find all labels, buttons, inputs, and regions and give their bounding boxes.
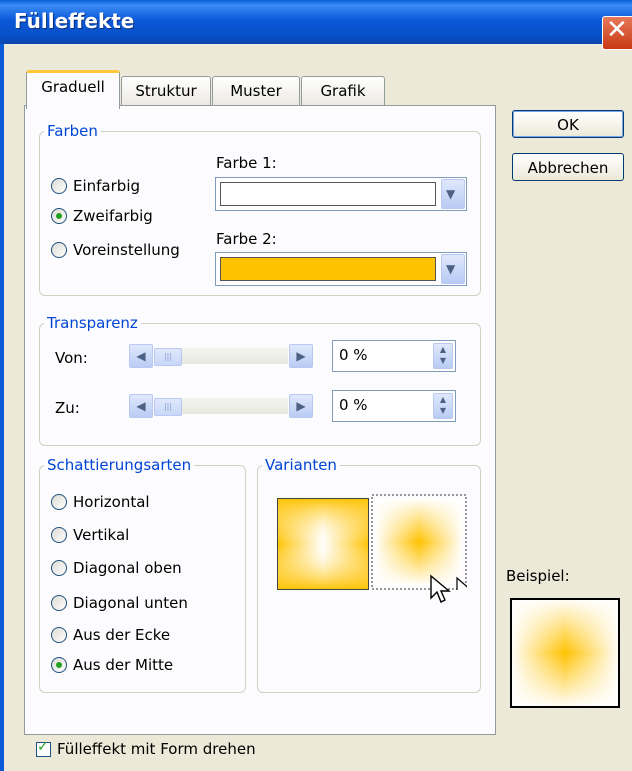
- radio-button-icon: [51, 627, 67, 643]
- close-button[interactable]: ✕: [602, 15, 632, 50]
- radio-einfarbig[interactable]: Einfarbig: [51, 177, 140, 195]
- variant-1[interactable]: [277, 498, 369, 590]
- checkbox-checked-icon: ✓: [36, 739, 51, 757]
- mouse-cursor-icon: [429, 574, 455, 610]
- dropdown-arrow-icon[interactable]: ▼: [441, 254, 465, 284]
- slider-thumb[interactable]: |||: [154, 398, 182, 416]
- tab-panel: Farben Einfarbig Zweifarbig Voreinstellu…: [24, 105, 496, 735]
- tab-grafik[interactable]: Grafik: [301, 76, 385, 105]
- transparenz-group: Transparenz: [39, 314, 481, 446]
- radio-button-selected-icon: [51, 657, 67, 673]
- radio-label: Horizontal: [73, 493, 150, 511]
- farbe2-swatch: [220, 257, 436, 281]
- spinner-arrows-icon[interactable]: ▲ ▼: [433, 393, 453, 419]
- radio-label: Diagonal unten: [73, 594, 188, 612]
- checkbox-label: Fülleffekt mit Form drehen: [57, 740, 256, 758]
- farbe2-select[interactable]: ▼: [215, 252, 467, 286]
- slider-thumb[interactable]: |||: [154, 348, 182, 366]
- radio-button-selected-icon: [51, 208, 67, 224]
- farbe1-label: Farbe 1:: [216, 154, 277, 172]
- scroll-right-icon[interactable]: ▶: [289, 394, 313, 418]
- spinner-arrows-icon[interactable]: ▲ ▼: [433, 343, 453, 369]
- slider-track[interactable]: |||: [154, 398, 288, 416]
- von-slider[interactable]: ◀ ||| ▶: [129, 342, 313, 370]
- radio-label: Einfarbig: [73, 177, 141, 195]
- radio-label: Aus der Ecke: [73, 626, 171, 644]
- farbe1-select[interactable]: ▼: [215, 177, 467, 211]
- radio-button-icon: [51, 178, 67, 194]
- title-bar: Fülleffekte ✕: [0, 0, 632, 50]
- schattierung-legend: Schattierungsarten: [47, 456, 192, 474]
- radio-button-icon: [51, 494, 67, 510]
- tab-struktur[interactable]: Struktur: [121, 76, 211, 105]
- zu-slider[interactable]: ◀ ||| ▶: [129, 392, 313, 420]
- scroll-left-icon[interactable]: ◀: [129, 394, 153, 418]
- radio-diagonal-oben[interactable]: Diagonal oben: [51, 559, 182, 577]
- dropdown-arrow-icon[interactable]: ▼: [441, 179, 465, 209]
- scroll-right-icon[interactable]: ▶: [289, 344, 313, 368]
- radio-label: Vertikal: [73, 526, 130, 544]
- radio-diagonal-unten[interactable]: Diagonal unten: [51, 594, 188, 612]
- scroll-left-icon[interactable]: ◀: [129, 344, 153, 368]
- radio-button-icon: [51, 560, 67, 576]
- radio-button-icon: [51, 527, 67, 543]
- radio-button-icon: [51, 595, 67, 611]
- radio-label: Voreinstellung: [73, 241, 180, 259]
- varianten-legend: Varianten: [265, 456, 337, 474]
- close-icon: ✕: [606, 15, 628, 45]
- cancel-button[interactable]: Abbrechen: [512, 153, 624, 181]
- beispiel-preview: [510, 598, 620, 708]
- beispiel-label: Beispiel:: [506, 567, 570, 585]
- rotate-with-shape-checkbox[interactable]: ✓ Fülleffekt mit Form drehen: [36, 739, 256, 758]
- radio-label: Diagonal oben: [73, 559, 182, 577]
- zu-value: 0 %: [339, 396, 368, 414]
- zu-spinner[interactable]: 0 % ▲ ▼: [332, 390, 456, 422]
- radio-vertikal[interactable]: Vertikal: [51, 526, 129, 544]
- radio-zweifarbig[interactable]: Zweifarbig: [51, 207, 153, 225]
- radio-aus-der-mitte[interactable]: Aus der Mitte: [51, 656, 173, 674]
- von-label: Von:: [55, 349, 88, 367]
- radio-horizontal[interactable]: Horizontal: [51, 493, 150, 511]
- zu-label: Zu:: [55, 399, 80, 417]
- tab-muster[interactable]: Muster: [212, 76, 300, 105]
- transparenz-legend: Transparenz: [47, 314, 138, 332]
- tab-graduell[interactable]: Graduell: [26, 70, 120, 109]
- farbe2-label: Farbe 2:: [216, 230, 277, 248]
- farben-legend: Farben: [47, 122, 98, 140]
- radio-button-icon: [51, 242, 67, 258]
- von-spinner[interactable]: 0 % ▲ ▼: [332, 340, 456, 372]
- radio-label: Zweifarbig: [73, 207, 153, 225]
- window-frame: [0, 44, 4, 771]
- ok-button[interactable]: OK: [512, 110, 624, 138]
- radio-aus-der-ecke[interactable]: Aus der Ecke: [51, 626, 170, 644]
- slider-track[interactable]: |||: [154, 348, 288, 366]
- radio-voreinstellung[interactable]: Voreinstellung: [51, 241, 180, 259]
- farbe1-swatch: [220, 182, 436, 206]
- radio-label: Aus der Mitte: [73, 656, 174, 674]
- window-title: Fülleffekte: [14, 9, 135, 33]
- von-value: 0 %: [339, 346, 368, 364]
